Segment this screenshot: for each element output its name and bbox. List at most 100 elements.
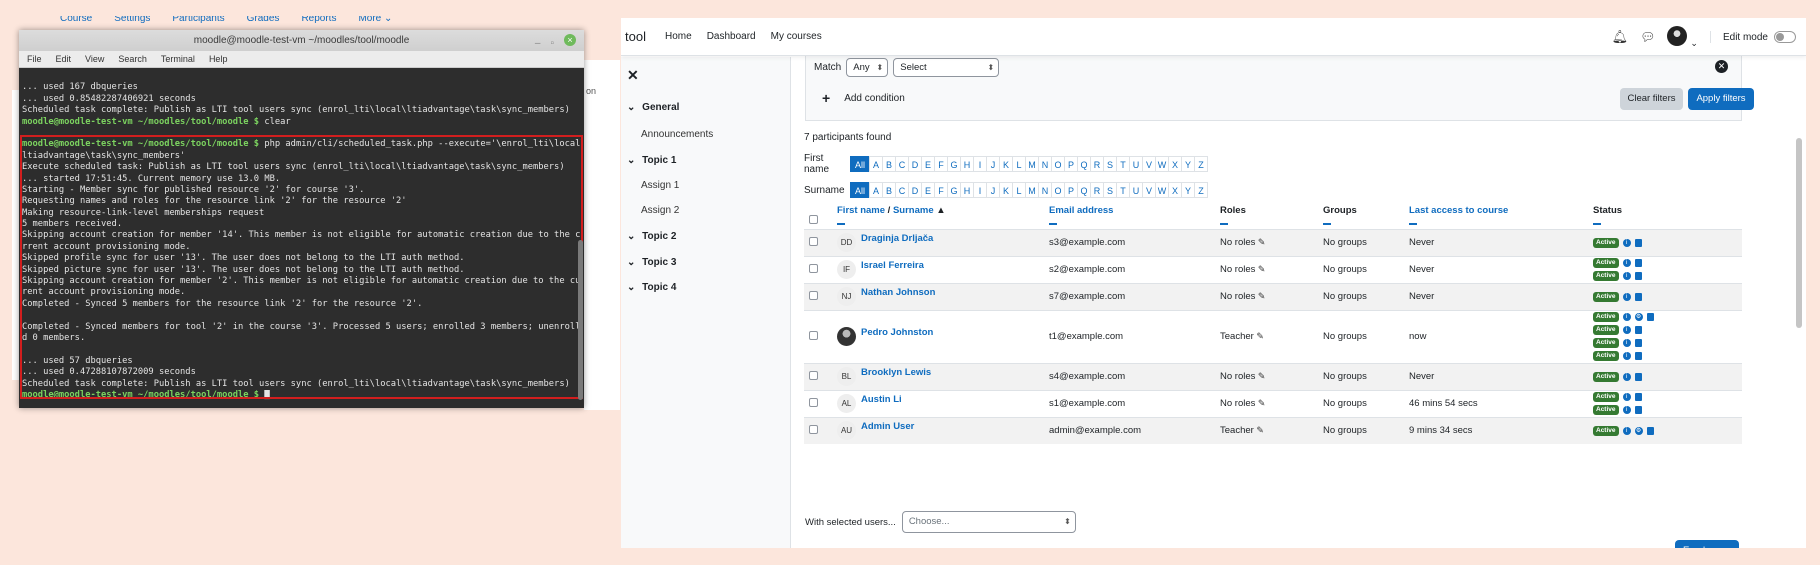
row-checkbox[interactable] xyxy=(809,263,818,273)
trash-icon[interactable] xyxy=(1634,238,1642,247)
sort-last-access[interactable]: Last access to course xyxy=(1409,205,1508,216)
pencil-icon[interactable]: ✎ xyxy=(1254,425,1264,435)
status-badge[interactable]: Active xyxy=(1593,405,1619,415)
drawer-section[interactable]: ⌄ Topic 1 xyxy=(627,155,676,166)
trash-icon[interactable] xyxy=(1634,259,1642,267)
info-icon[interactable]: i xyxy=(1622,313,1631,321)
site-brand[interactable]: tool xyxy=(625,29,665,44)
trash-icon[interactable] xyxy=(1634,372,1642,381)
firstname-initial[interactable]: D xyxy=(908,156,922,172)
surname-initial[interactable]: T xyxy=(1116,182,1130,198)
firstname-initial[interactable]: All xyxy=(850,156,870,172)
surname-initial[interactable]: Y xyxy=(1181,182,1195,198)
surname-initial[interactable]: Z xyxy=(1194,182,1208,198)
maximize-icon[interactable]: ▫ xyxy=(550,33,554,54)
surname-initial[interactable]: R xyxy=(1090,182,1104,198)
surname-initial[interactable]: K xyxy=(999,182,1013,198)
firstname-initial[interactable]: C xyxy=(895,156,909,172)
status-badge[interactable]: Active xyxy=(1593,312,1619,322)
apply-filters-button[interactable]: Apply filters xyxy=(1688,88,1754,110)
status-badge[interactable]: Active xyxy=(1593,291,1619,302)
row-checkbox[interactable] xyxy=(809,424,818,434)
surname-initial[interactable]: E xyxy=(921,182,935,198)
close-drawer-icon[interactable]: ✕ xyxy=(627,67,639,84)
participant-name[interactable]: Pedro Johnston xyxy=(861,327,933,338)
info-icon[interactable]: i xyxy=(1622,272,1631,280)
pencil-icon[interactable]: ✎ xyxy=(1254,331,1264,341)
terminal-menu-item[interactable]: Help xyxy=(209,51,228,67)
status-badge[interactable]: Active xyxy=(1593,237,1619,248)
firstname-initial[interactable]: B xyxy=(882,156,896,172)
pencil-icon[interactable]: ✎ xyxy=(1255,237,1266,247)
info-icon[interactable]: i xyxy=(1622,393,1631,401)
firstname-initial[interactable]: E xyxy=(921,156,935,172)
firstname-initial[interactable]: J xyxy=(986,156,1000,172)
firstname-initial[interactable]: F xyxy=(934,156,948,172)
add-condition-button[interactable]: + Add condition xyxy=(822,90,905,106)
chevron-down-icon[interactable]: ⌄ xyxy=(627,282,638,293)
firstname-initial[interactable]: H xyxy=(960,156,974,172)
firstname-initial[interactable]: S xyxy=(1103,156,1117,172)
participant-name[interactable]: Israel Ferreira xyxy=(861,260,924,271)
trash-icon[interactable] xyxy=(1634,292,1642,301)
collapse-column-icon[interactable] xyxy=(1409,223,1417,225)
pencil-icon[interactable]: ✎ xyxy=(1255,291,1266,301)
info-icon[interactable]: i xyxy=(1622,339,1631,347)
participant-name[interactable]: Austin Li xyxy=(861,394,902,405)
chevron-down-icon[interactable]: ⌄ xyxy=(627,102,638,113)
info-icon[interactable]: i xyxy=(1622,426,1631,435)
firstname-initial[interactable]: W xyxy=(1155,156,1169,172)
collapse-column-icon[interactable] xyxy=(1049,223,1057,225)
gear-icon[interactable]: ⚙ xyxy=(1634,426,1643,435)
chat-icon[interactable]: 💬︎ xyxy=(1640,30,1655,44)
participant-name[interactable]: Admin User xyxy=(861,421,914,432)
surname-initial[interactable]: S xyxy=(1103,182,1117,198)
firstname-initial[interactable]: A xyxy=(869,156,883,172)
nav-item[interactable]: Dashboard xyxy=(707,31,756,42)
surname-initial[interactable]: P xyxy=(1064,182,1078,198)
terminal-menu-item[interactable]: File xyxy=(27,51,42,67)
enrol-users-button[interactable]: Enrol users xyxy=(1675,540,1739,548)
surname-initial[interactable]: G xyxy=(947,182,961,198)
drawer-section[interactable]: ⌄ Topic 3 xyxy=(627,257,676,268)
gear-icon[interactable]: ⚙ xyxy=(1634,313,1643,321)
chevron-down-icon[interactable]: ⌄ xyxy=(627,155,638,166)
drawer-activity[interactable]: Assign 2 xyxy=(641,205,679,216)
info-icon[interactable]: i xyxy=(1622,292,1631,301)
surname-initial[interactable]: D xyxy=(908,182,922,198)
drawer-section[interactable]: ⌄ Topic 2 xyxy=(627,231,676,242)
trash-icon[interactable] xyxy=(1634,339,1642,347)
status-badge[interactable]: Active xyxy=(1593,258,1619,268)
nav-item[interactable]: My courses xyxy=(771,31,822,42)
surname-initial[interactable]: A xyxy=(869,182,883,198)
surname-initial[interactable]: W xyxy=(1155,182,1169,198)
firstname-initial[interactable]: Q xyxy=(1077,156,1091,172)
terminal-output[interactable]: ... used 167 dbqueries... used 0.8548228… xyxy=(19,68,584,401)
status-badge[interactable]: Active xyxy=(1593,325,1619,335)
row-checkbox[interactable] xyxy=(809,236,818,246)
info-icon[interactable]: i xyxy=(1622,406,1631,414)
sort-firstname[interactable]: First name xyxy=(837,205,885,216)
bell-icon[interactable]: 🔔︎ xyxy=(1612,29,1629,45)
chevron-down-icon[interactable]: ⌄ xyxy=(627,231,638,242)
firstname-initial[interactable]: R xyxy=(1090,156,1104,172)
surname-initial[interactable]: C xyxy=(895,182,909,198)
surname-initial[interactable]: B xyxy=(882,182,896,198)
trash-icon[interactable] xyxy=(1634,326,1642,334)
terminal-menu-item[interactable]: Edit xyxy=(56,51,72,67)
participant-name[interactable]: Draginja Drljača xyxy=(861,233,933,244)
surname-initial[interactable]: O xyxy=(1051,182,1065,198)
pencil-icon[interactable]: ✎ xyxy=(1255,264,1266,274)
surname-initial[interactable]: Q xyxy=(1077,182,1091,198)
terminal-menu-item[interactable]: Search xyxy=(118,51,147,67)
firstname-initial[interactable]: X xyxy=(1168,156,1182,172)
terminal-scrollbar[interactable] xyxy=(578,240,583,400)
remove-filter-icon[interactable]: ✕ xyxy=(1715,60,1728,73)
pencil-icon[interactable]: ✎ xyxy=(1255,371,1266,381)
sort-email[interactable]: Email address xyxy=(1049,205,1113,216)
page-scrollbar[interactable] xyxy=(1796,138,1802,328)
collapse-column-icon[interactable] xyxy=(1593,223,1601,225)
participant-name[interactable]: Brooklyn Lewis xyxy=(861,367,931,378)
clear-filters-button[interactable]: Clear filters xyxy=(1620,88,1683,110)
minimize-icon[interactable]: – xyxy=(535,33,541,54)
